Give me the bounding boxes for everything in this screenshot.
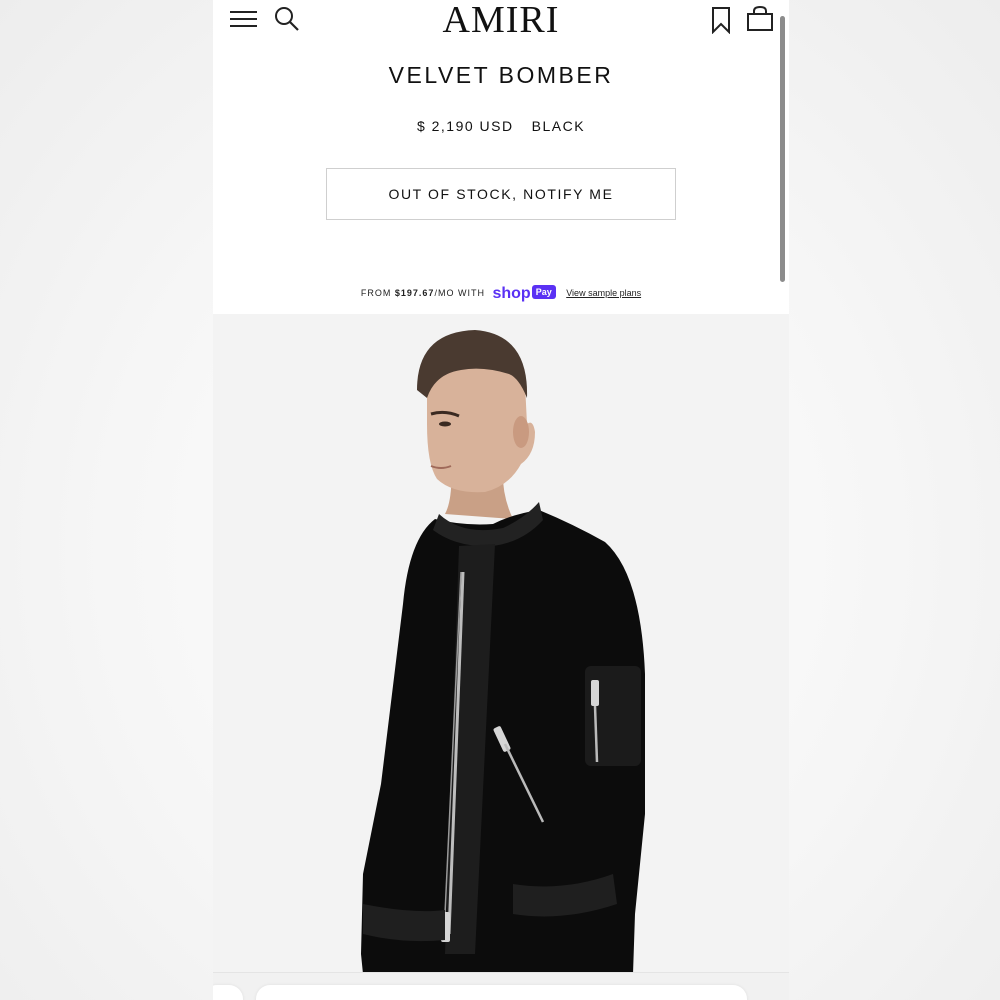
product-color: BLACK xyxy=(531,118,586,134)
installment-suffix: /MO WITH xyxy=(434,288,485,298)
product-price: $ 2,190 USD xyxy=(416,118,514,134)
view-sample-plans-link[interactable]: View sample plans xyxy=(566,288,641,298)
bag-icon[interactable] xyxy=(746,6,774,32)
site-header: AMIRI xyxy=(213,0,789,42)
bookmark-icon[interactable] xyxy=(710,6,732,34)
browser-bottom-bar xyxy=(213,972,789,1000)
product-page: AMIRI VELVET BOMBER $ 2,190 USD BLACK OUT… xyxy=(213,0,789,1000)
notify-me-button[interactable]: OUT OF STOCK, NOTIFY ME xyxy=(326,168,676,220)
scrollbar[interactable] xyxy=(780,16,785,282)
price-row: $ 2,190 USD BLACK xyxy=(213,118,789,134)
installment-prefix: FROM xyxy=(360,288,392,298)
product-title: VELVET BOMBER xyxy=(388,62,614,88)
shop-pay-installments: FROM $197.67/MO WITH shop Pay View sample… xyxy=(213,285,789,303)
shop-pay-logo: shop xyxy=(492,285,531,302)
browser-tab-pill[interactable] xyxy=(213,985,243,1000)
browser-address-pill[interactable] xyxy=(256,985,747,1000)
product-image[interactable] xyxy=(213,314,789,974)
shop-pay-badge: Pay xyxy=(531,285,556,299)
brand-logo[interactable]: AMIRI xyxy=(213,0,789,42)
model-wearing-bomber xyxy=(361,330,645,974)
installment-amount: $197.67 xyxy=(394,288,435,298)
